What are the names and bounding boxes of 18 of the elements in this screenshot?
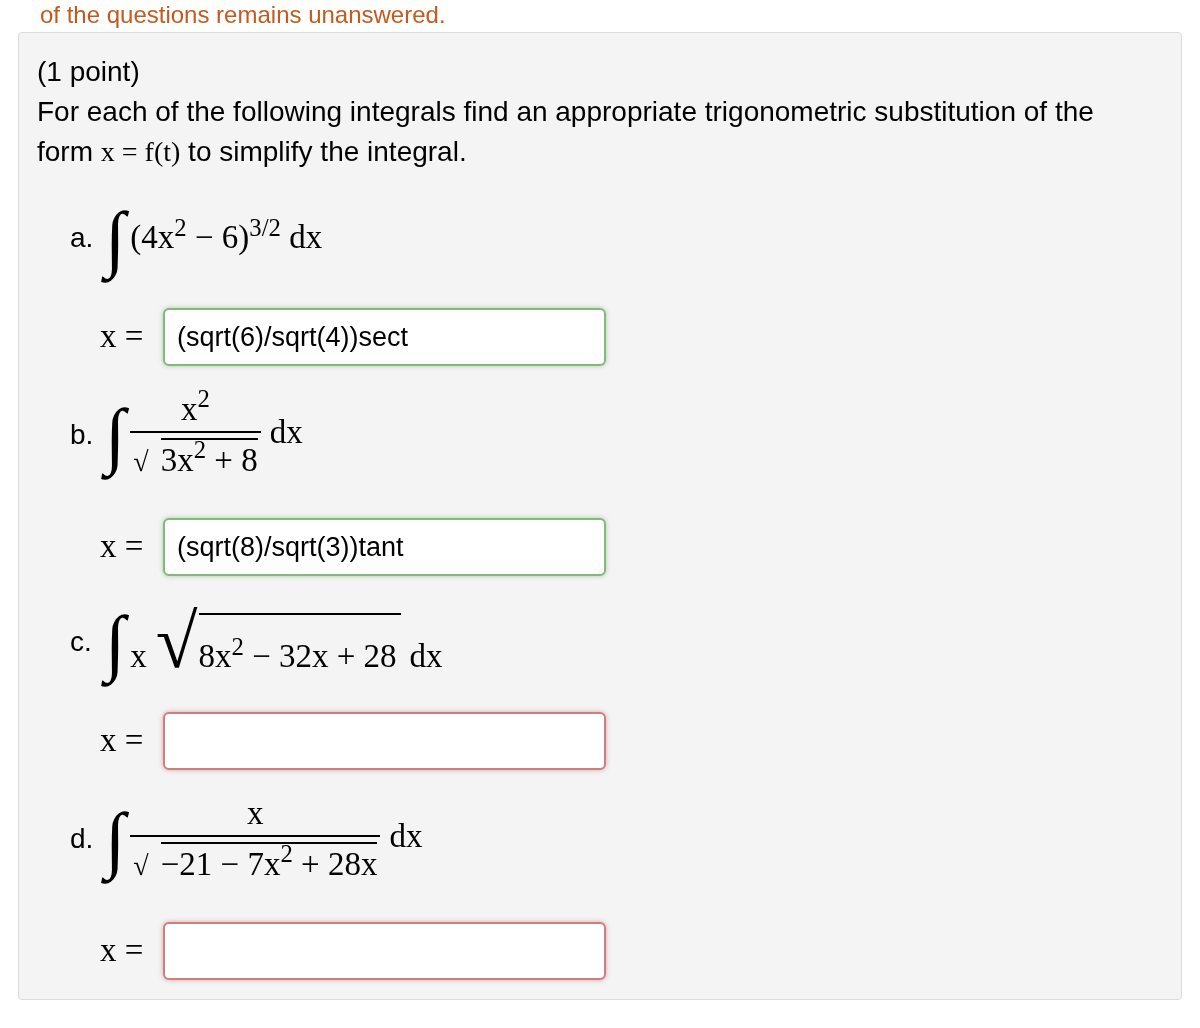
answer-label: x =: [100, 527, 145, 567]
points-text: (1 point): [37, 55, 141, 89]
answer-field[interactable]: [163, 922, 606, 980]
integral-formula: ∫ x$^{2}$ √ 3x$^{2}$ + 8 dx: [102, 386, 303, 484]
item-label: d.: [70, 822, 95, 856]
answer-label: x =: [100, 721, 145, 761]
integral-formula: ∫ x √ −21 − 7x$^{2}$ + 28x dx: [102, 790, 423, 888]
instruction-text: For each of the following integrals find an appropriate trigonometric substitution of the form x = f(t) to simplify the integral.: [37, 95, 1095, 169]
answer-label: x =: [100, 317, 145, 357]
answer-label: x =: [100, 931, 145, 971]
answer-field[interactable]: [163, 712, 606, 770]
status-message: of the questions remains unanswered.: [39, 0, 447, 30]
integral-formula: ∫x√8x$^{2}$ − 32x + 28 dx: [102, 593, 443, 691]
answer-field[interactable]: (sqrt(8)/sqrt(3))tant: [163, 518, 606, 576]
item-label: c.: [70, 625, 93, 659]
item-label: a.: [70, 221, 95, 255]
answer-field[interactable]: (sqrt(6)/sqrt(4))sect: [163, 308, 606, 366]
item-label: b.: [70, 418, 95, 452]
